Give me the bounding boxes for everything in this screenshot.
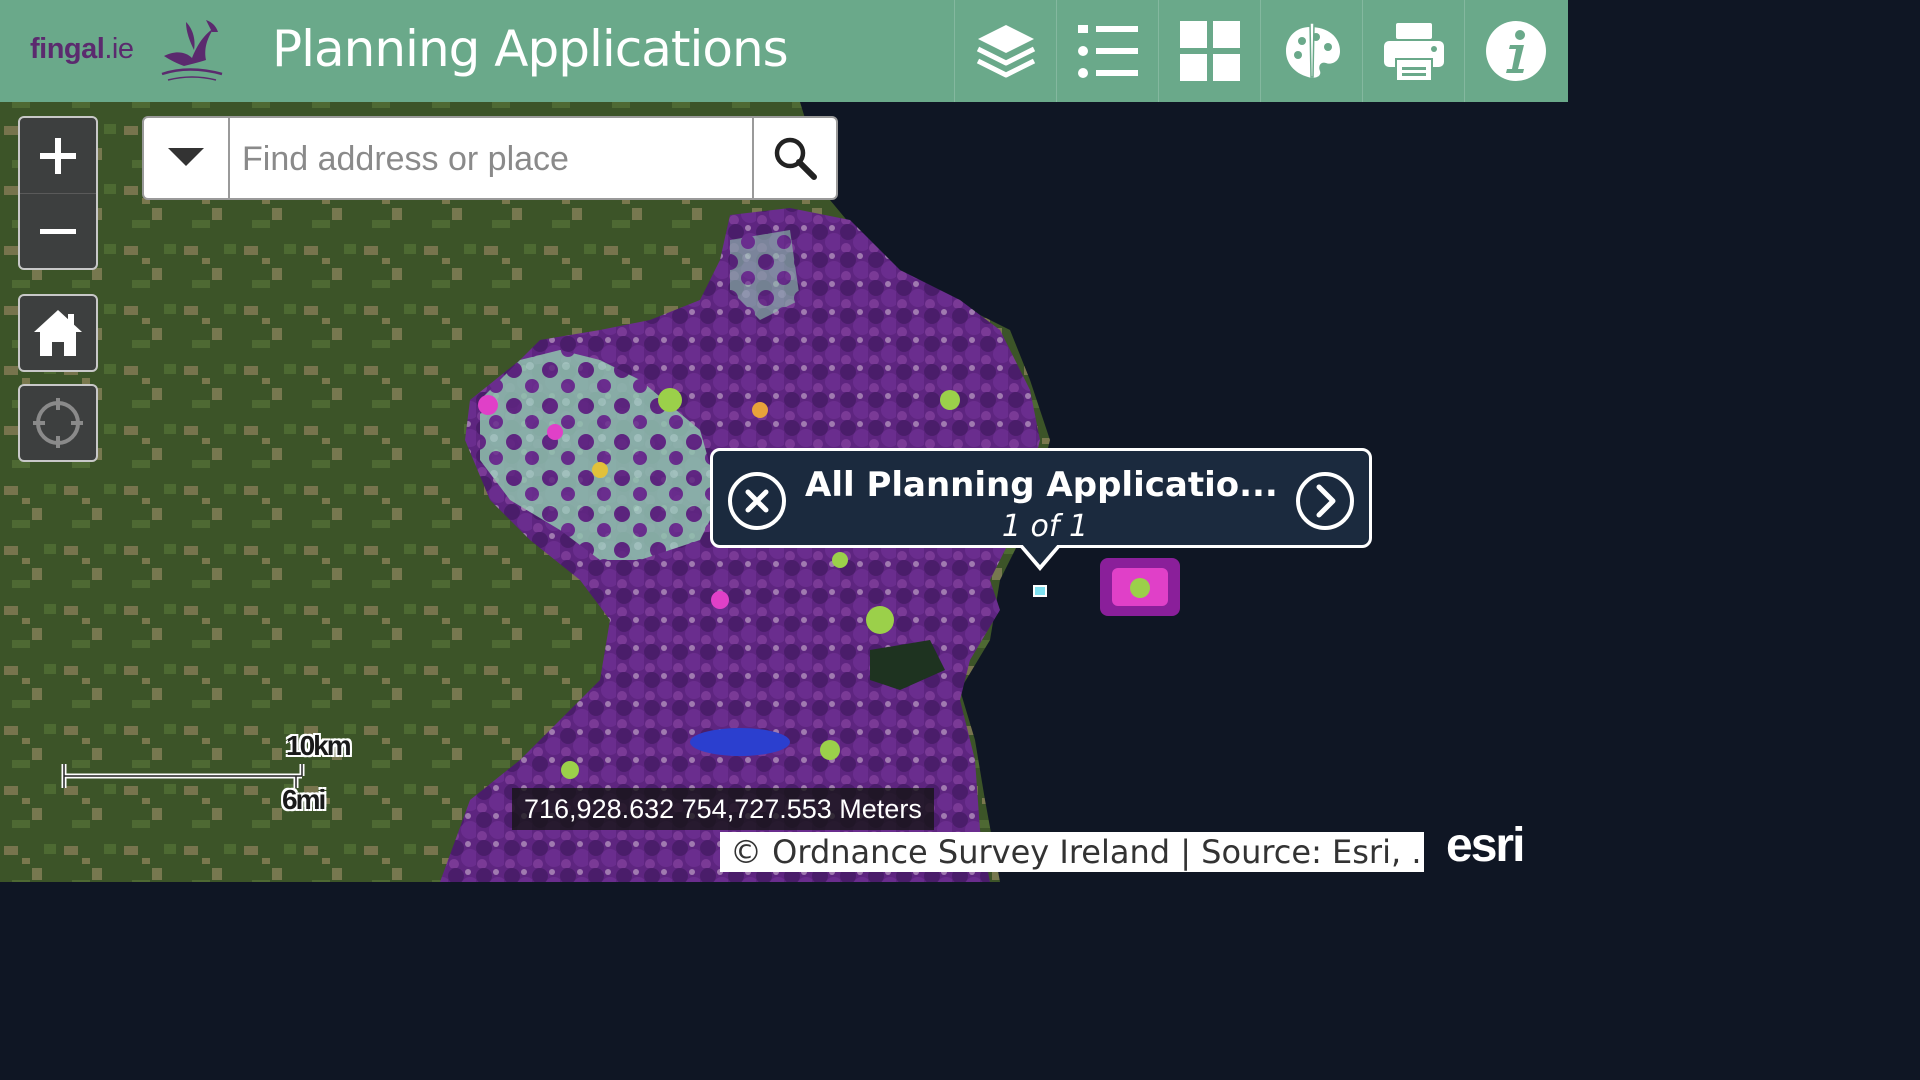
- search-input[interactable]: [240, 130, 744, 188]
- bird-logo-icon: [161, 20, 223, 81]
- layers-button[interactable]: [954, 0, 1057, 102]
- close-icon[interactable]: [727, 471, 787, 531]
- locate-icon: [33, 398, 83, 448]
- zoom-control: [18, 116, 98, 270]
- popup-title: All Planning Applicatio...: [805, 465, 1278, 505]
- caret-down-icon: [168, 148, 204, 166]
- page-title: Planning Applications: [272, 20, 789, 78]
- popup-pointer-inner: [1021, 543, 1059, 565]
- print-button[interactable]: [1362, 0, 1465, 102]
- minus-icon: [40, 228, 76, 234]
- zoom-in-button[interactable]: [20, 118, 96, 193]
- home-icon: [34, 310, 82, 356]
- search-icon: [774, 137, 817, 180]
- style-button[interactable]: [1260, 0, 1363, 102]
- esri-logo[interactable]: esri: [1446, 818, 1525, 873]
- zoom-out-button[interactable]: [20, 193, 96, 269]
- chevron-right-icon[interactable]: [1295, 471, 1355, 531]
- search-source-dropdown[interactable]: [144, 118, 230, 198]
- fingal-logo[interactable]: fingal.ie: [30, 33, 134, 66]
- home-button[interactable]: [18, 294, 98, 372]
- logo-domain: .ie: [104, 33, 134, 65]
- palette-icon: [1286, 22, 1340, 78]
- layers-icon: [976, 25, 1036, 78]
- legend-button[interactable]: [1056, 0, 1159, 102]
- scale-bar: [61, 764, 305, 788]
- popup-count: 1 of 1: [1001, 509, 1089, 544]
- feature-popup: All Planning Applicatio... 1 of 1: [710, 448, 1372, 548]
- map-attribution[interactable]: © Ordnance Survey Ireland | Source: Esri…: [720, 832, 1424, 872]
- search-widget: [142, 116, 838, 200]
- coordinate-readout: 716,928.632 754,727.553 Meters: [512, 788, 934, 830]
- scale-imperial-label: 6mi: [282, 784, 326, 815]
- logo-brand: fingal: [30, 33, 105, 65]
- info-button[interactable]: [1464, 0, 1567, 102]
- info-icon: [1486, 21, 1546, 81]
- app-header: fingal.ie Planning Applications: [0, 0, 1568, 102]
- legend-icon: [1078, 25, 1138, 78]
- scale-metric-label: 10km: [286, 730, 352, 761]
- locate-button[interactable]: [18, 384, 98, 462]
- basemap-gallery-icon: [1180, 21, 1240, 81]
- plus-icon: [40, 137, 76, 174]
- print-icon: [1384, 23, 1444, 82]
- basemap-gallery-button[interactable]: [1158, 0, 1261, 102]
- search-button[interactable]: [752, 118, 836, 198]
